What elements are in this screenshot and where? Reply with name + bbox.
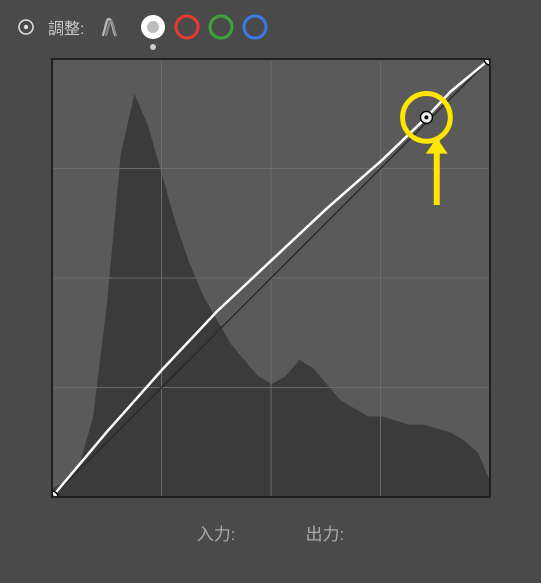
footer-labels: 入力: 出力: — [0, 498, 541, 545]
channel-luminance-button[interactable] — [138, 12, 168, 42]
output-label: 出力: — [306, 520, 345, 545]
control-point-center — [424, 115, 428, 119]
target-icon[interactable] — [16, 17, 36, 37]
tone-curve-chart[interactable] — [52, 59, 490, 497]
input-label: 入力: — [197, 520, 236, 545]
channel-green-button[interactable] — [206, 12, 236, 42]
adjust-label: 調整: — [48, 15, 84, 39]
auto-curve-icon[interactable] — [96, 12, 126, 42]
toolbar: 調整: — [0, 8, 541, 50]
channel-blue-button[interactable] — [240, 12, 270, 42]
channel-selected-indicator-icon — [150, 44, 156, 50]
channel-red-button[interactable] — [172, 12, 202, 42]
tone-curve-panel[interactable] — [51, 58, 491, 498]
channel-selector — [138, 12, 270, 42]
